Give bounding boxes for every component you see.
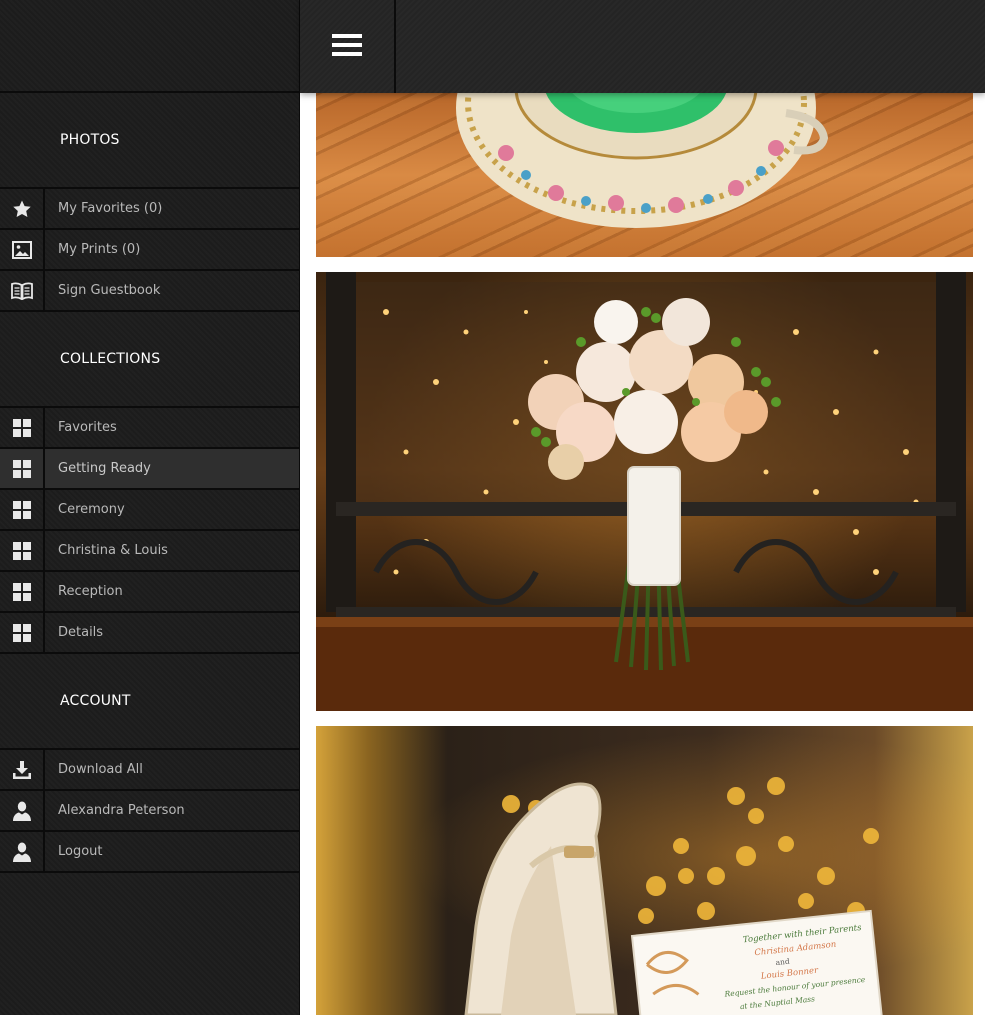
sidebar-item-logout[interactable]: Logout xyxy=(0,832,299,873)
gallery-photo-teacup[interactable] xyxy=(316,93,973,257)
sidebar-item-favorites[interactable]: Favorites xyxy=(0,408,299,449)
menu-toggle-button[interactable] xyxy=(300,0,396,93)
sidebar-item-label: Alexandra Peterson xyxy=(58,803,185,818)
grid-icon xyxy=(0,490,45,529)
grid-icon xyxy=(0,613,45,652)
user-icon xyxy=(0,832,45,871)
sidebar-item-my-prints[interactable]: My Prints (0) xyxy=(0,230,299,271)
user-icon xyxy=(0,791,45,830)
sidebar-item-label: Ceremony xyxy=(58,502,125,517)
sidebar-top xyxy=(0,0,299,93)
sidebar-item-download-all[interactable]: Download All xyxy=(0,750,299,791)
sidebar-item-label: Logout xyxy=(58,844,103,859)
sidebar-item-alexandra-peterson[interactable]: Alexandra Peterson xyxy=(0,791,299,832)
sidebar-item-christina-louis[interactable]: Christina & Louis xyxy=(0,531,299,572)
sidebar-item-label: Favorites xyxy=(58,420,117,435)
grid-icon xyxy=(0,572,45,611)
sidebar-item-label: Reception xyxy=(58,584,123,599)
sidebar: PHOTOS My Favorites (0) My Prints (0) Si… xyxy=(0,0,300,1015)
download-icon xyxy=(0,750,45,789)
star-icon xyxy=(0,189,45,228)
sidebar-item-reception[interactable]: Reception xyxy=(0,572,299,613)
sidebar-item-label: Christina & Louis xyxy=(58,543,168,558)
sidebar-item-label: My Prints (0) xyxy=(58,242,141,257)
grid-icon xyxy=(0,449,45,488)
sidebar-item-getting-ready[interactable]: Getting Ready xyxy=(0,449,299,490)
sidebar-item-my-favorites[interactable]: My Favorites (0) xyxy=(0,189,299,230)
grid-icon xyxy=(0,408,45,447)
sidebar-item-ceremony[interactable]: Ceremony xyxy=(0,490,299,531)
section-heading-photos: PHOTOS xyxy=(0,93,299,189)
hamburger-menu-icon xyxy=(332,33,362,60)
gallery-photo-shoes-invitation[interactable]: Together with their Parents Christina Ad… xyxy=(316,726,973,1015)
section-heading-account: ACCOUNT xyxy=(0,654,299,750)
sidebar-item-label: Sign Guestbook xyxy=(58,283,161,298)
sidebar-item-label: Details xyxy=(58,625,104,640)
grid-icon xyxy=(0,531,45,570)
gallery-photo-bouquet[interactable] xyxy=(316,272,973,711)
invitation-line-3: and xyxy=(775,957,790,967)
top-header xyxy=(300,0,985,93)
sidebar-item-sign-guestbook[interactable]: Sign Guestbook xyxy=(0,271,299,312)
sidebar-item-label: Getting Ready xyxy=(58,461,151,476)
picture-icon xyxy=(0,230,45,269)
sidebar-item-details[interactable]: Details xyxy=(0,613,299,654)
sidebar-item-label: Download All xyxy=(58,762,143,777)
section-heading-collections: COLLECTIONS xyxy=(0,312,299,408)
book-icon xyxy=(0,271,45,310)
sidebar-item-label: My Favorites (0) xyxy=(58,201,163,216)
